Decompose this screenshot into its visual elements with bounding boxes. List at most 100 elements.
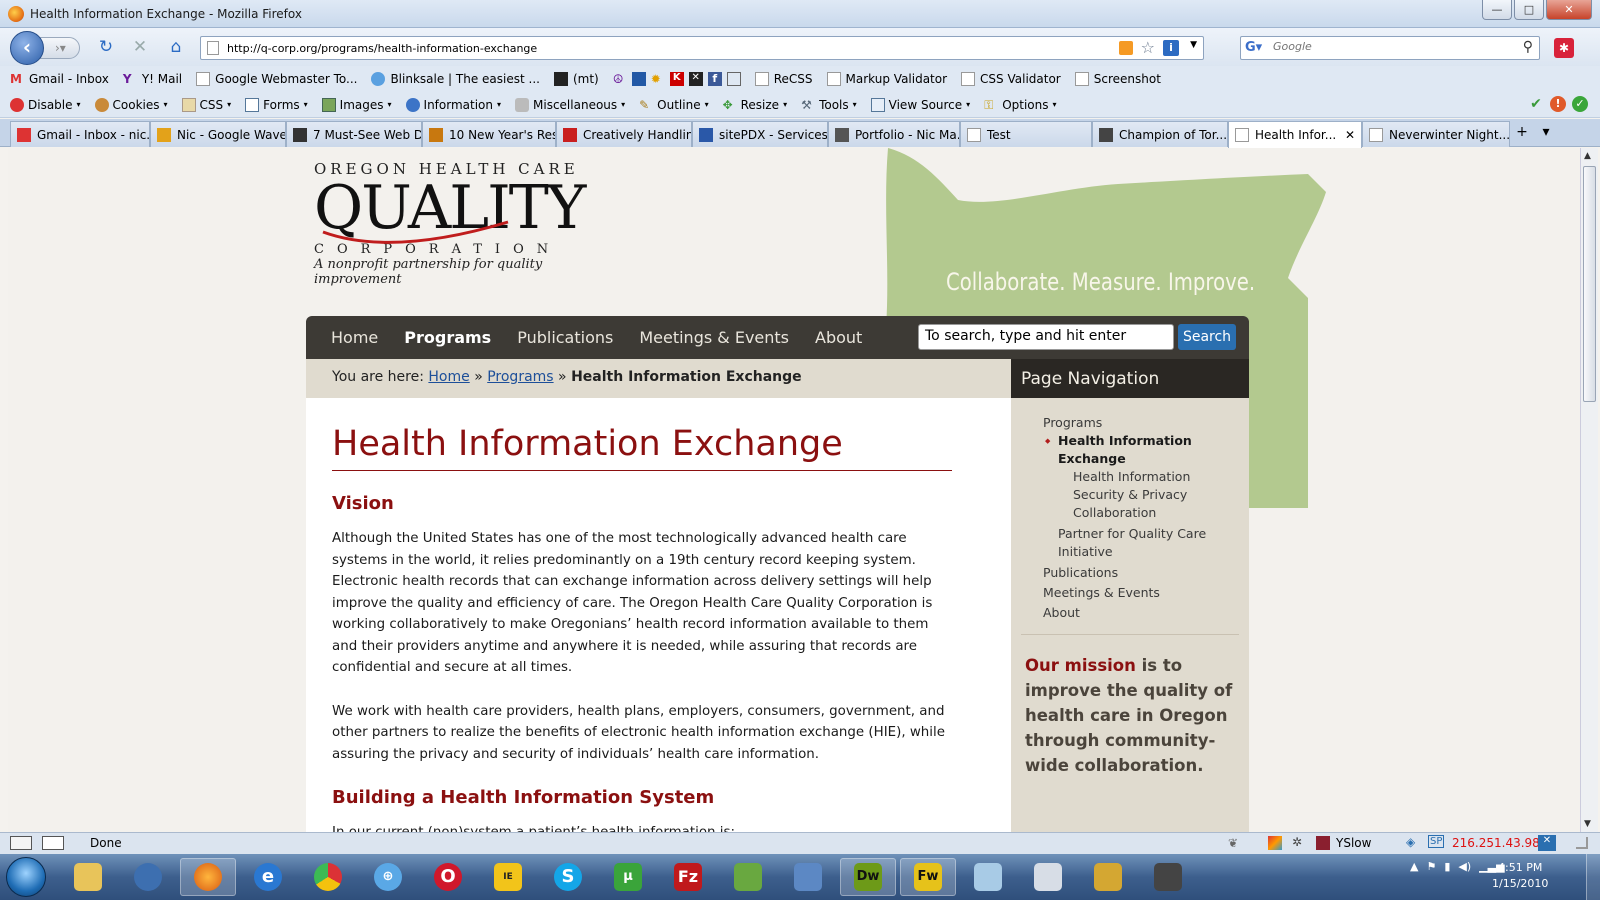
- pagenav-partner[interactable]: Partner for Quality Care Initiative: [1011, 525, 1211, 561]
- flag-icon[interactable]: ✕: [1538, 835, 1556, 851]
- taskbar-ietester[interactable]: IE: [480, 858, 536, 896]
- pagenav-security-privacy[interactable]: Security & Privacy: [1011, 486, 1249, 504]
- search-bar[interactable]: G▾ ⚲: [1240, 36, 1540, 60]
- taskbar-evernote[interactable]: [720, 858, 776, 896]
- scroll-down-icon[interactable]: ▼: [1584, 819, 1591, 829]
- tab-2[interactable]: Nic - Google Wave: [150, 121, 286, 147]
- start-button[interactable]: [6, 857, 46, 897]
- clock[interactable]: 4:51 PM 1/15/2010: [1492, 860, 1548, 892]
- close-tab-icon[interactable]: ✕: [1345, 128, 1355, 142]
- dev-forms-menu[interactable]: Forms ▾: [245, 97, 308, 112]
- list-tabs-icon[interactable]: ▾: [1534, 119, 1558, 146]
- colorzilla-icon[interactable]: [1268, 836, 1282, 850]
- search-input[interactable]: [1273, 40, 1513, 53]
- bookmark-screenshot[interactable]: Screenshot: [1074, 72, 1161, 86]
- dev-tools-menu[interactable]: ⚒ Tools ▾: [801, 98, 857, 112]
- valid-icon[interactable]: ✓: [1572, 96, 1588, 112]
- tool-icon[interactable]: ✲: [1292, 835, 1302, 849]
- bookmark-gmail[interactable]: M Gmail - Inbox: [10, 72, 109, 86]
- tab-10[interactable]: Health Infor... ✕: [1228, 121, 1362, 148]
- bookmark-css-validator[interactable]: CSS Validator: [961, 72, 1061, 86]
- dev-options-menu[interactable]: ⚿ Options ▾: [984, 98, 1056, 112]
- nav-programs[interactable]: Programs: [404, 328, 491, 347]
- tab-6[interactable]: sitePDX - Services ...: [692, 121, 828, 147]
- dev-information-menu[interactable]: Information ▾: [405, 97, 501, 112]
- scroll-up-icon[interactable]: ▲: [1584, 151, 1591, 161]
- taskbar-fireworks[interactable]: Fw: [900, 858, 956, 896]
- bookmark-recss[interactable]: ReCSS: [754, 72, 813, 86]
- dev-cookies-menu[interactable]: Cookies ▾: [94, 97, 168, 112]
- tab-9[interactable]: Champion of Tor...: [1092, 121, 1228, 147]
- bookmark-ymail[interactable]: Y Y! Mail: [123, 72, 182, 86]
- taskbar-chrome[interactable]: [300, 858, 356, 896]
- bookmark-icons[interactable]: ☮ ✹ K ✕ f: [613, 72, 741, 86]
- taskbar-skype[interactable]: S: [540, 858, 596, 896]
- taskbar-dreamweaver[interactable]: Dw: [840, 858, 896, 896]
- site-search-button[interactable]: Search: [1178, 324, 1236, 350]
- addon-icon[interactable]: ✱: [1554, 38, 1574, 58]
- pagenav-hie[interactable]: Health Information Exchange: [1011, 432, 1201, 468]
- search-icon[interactable]: ⚲: [1523, 39, 1533, 55]
- yslow-label[interactable]: YSlow: [1336, 836, 1371, 850]
- breadcrumb-programs[interactable]: Programs: [487, 369, 553, 385]
- taskbar-firefox[interactable]: [180, 858, 236, 896]
- forward-button[interactable]: ›▾: [40, 37, 80, 59]
- power-icon[interactable]: ▮: [1444, 860, 1450, 873]
- taskbar-calculator[interactable]: [1020, 858, 1076, 896]
- tab-4[interactable]: 10 New Year's Res...: [422, 121, 556, 147]
- addon-status-icon[interactable]: ❦: [1228, 836, 1238, 850]
- resize-grip-icon[interactable]: [1576, 837, 1588, 849]
- new-tab-icon[interactable]: +: [1510, 119, 1534, 146]
- stop-icon[interactable]: ✕: [130, 37, 150, 57]
- show-desktop-button[interactable]: [1586, 854, 1600, 900]
- home-icon[interactable]: ⌂: [166, 37, 186, 57]
- tray-expand-icon[interactable]: ▲: [1410, 860, 1418, 873]
- taskbar-explorer[interactable]: [60, 858, 116, 896]
- bookmark-webmaster[interactable]: Google Webmaster To...: [196, 72, 357, 86]
- back-button[interactable]: ‹: [10, 31, 44, 65]
- scrollbar-thumb[interactable]: [1583, 166, 1596, 402]
- tab-7[interactable]: Portfolio - Nic Ma...: [828, 121, 960, 147]
- dev-viewsource-menu[interactable]: View Source ▾: [870, 97, 970, 112]
- taskbar-photos[interactable]: [1080, 858, 1136, 896]
- check-icon[interactable]: ✔: [1528, 96, 1544, 112]
- firebug-icon[interactable]: [10, 836, 32, 850]
- pagenav-publications[interactable]: Publications: [1011, 564, 1249, 582]
- diamond-icon[interactable]: ◈: [1406, 835, 1415, 849]
- sp-icon[interactable]: SP: [1428, 835, 1445, 848]
- pagenav-collaboration[interactable]: Collaboration: [1011, 504, 1249, 522]
- reload-icon[interactable]: ↻: [96, 37, 116, 57]
- pagenav-meetings[interactable]: Meetings & Events: [1011, 584, 1249, 602]
- error-icon[interactable]: !: [1550, 96, 1566, 112]
- tab-8[interactable]: Test: [960, 121, 1092, 147]
- dev-resize-menu[interactable]: ✥ Resize ▾: [723, 98, 787, 112]
- bookmark-markup-validator[interactable]: Markup Validator: [826, 72, 947, 86]
- close-window-button[interactable]: ✕: [1546, 0, 1592, 20]
- logo[interactable]: OREGON HEALTH CARE QUALITY CORPORATION A…: [314, 160, 586, 300]
- dev-outline-menu[interactable]: ✎ Outline ▾: [639, 98, 708, 112]
- taskbar-filezilla[interactable]: Fz: [660, 858, 716, 896]
- rss-icon[interactable]: [1119, 41, 1133, 55]
- url-input[interactable]: [227, 39, 1107, 57]
- taskbar-notepad[interactable]: [960, 858, 1016, 896]
- taskbar-opera[interactable]: O: [420, 858, 476, 896]
- taskbar-capture[interactable]: [1140, 858, 1196, 896]
- taskbar-ie[interactable]: e: [240, 858, 296, 896]
- info-icon[interactable]: i: [1163, 40, 1179, 56]
- url-bar[interactable]: ☆ i ▼: [200, 36, 1204, 60]
- google-icon[interactable]: G▾: [1245, 40, 1263, 56]
- tab-3[interactable]: 7 Must-See Web D...: [286, 121, 422, 147]
- tab-11[interactable]: Neverwinter Night...: [1362, 121, 1510, 147]
- dev-disable-menu[interactable]: Disable ▾: [10, 97, 81, 112]
- taskbar-app[interactable]: [780, 858, 836, 896]
- dev-css-menu[interactable]: CSS ▾: [181, 97, 231, 112]
- url-dropdown-icon[interactable]: ▼: [1190, 40, 1197, 50]
- nav-about[interactable]: About: [815, 328, 862, 347]
- dev-misc-menu[interactable]: Miscellaneous ▾: [515, 97, 625, 112]
- taskbar-utorrent[interactable]: µ: [600, 858, 656, 896]
- tab-1[interactable]: Gmail - Inbox - nic...: [10, 121, 150, 147]
- pagenav-about[interactable]: About: [1011, 604, 1249, 622]
- pagenav-health-information[interactable]: Health Information: [1011, 468, 1249, 486]
- taskbar-safari[interactable]: ⊕: [360, 858, 416, 896]
- breadcrumb-home[interactable]: Home: [428, 369, 469, 385]
